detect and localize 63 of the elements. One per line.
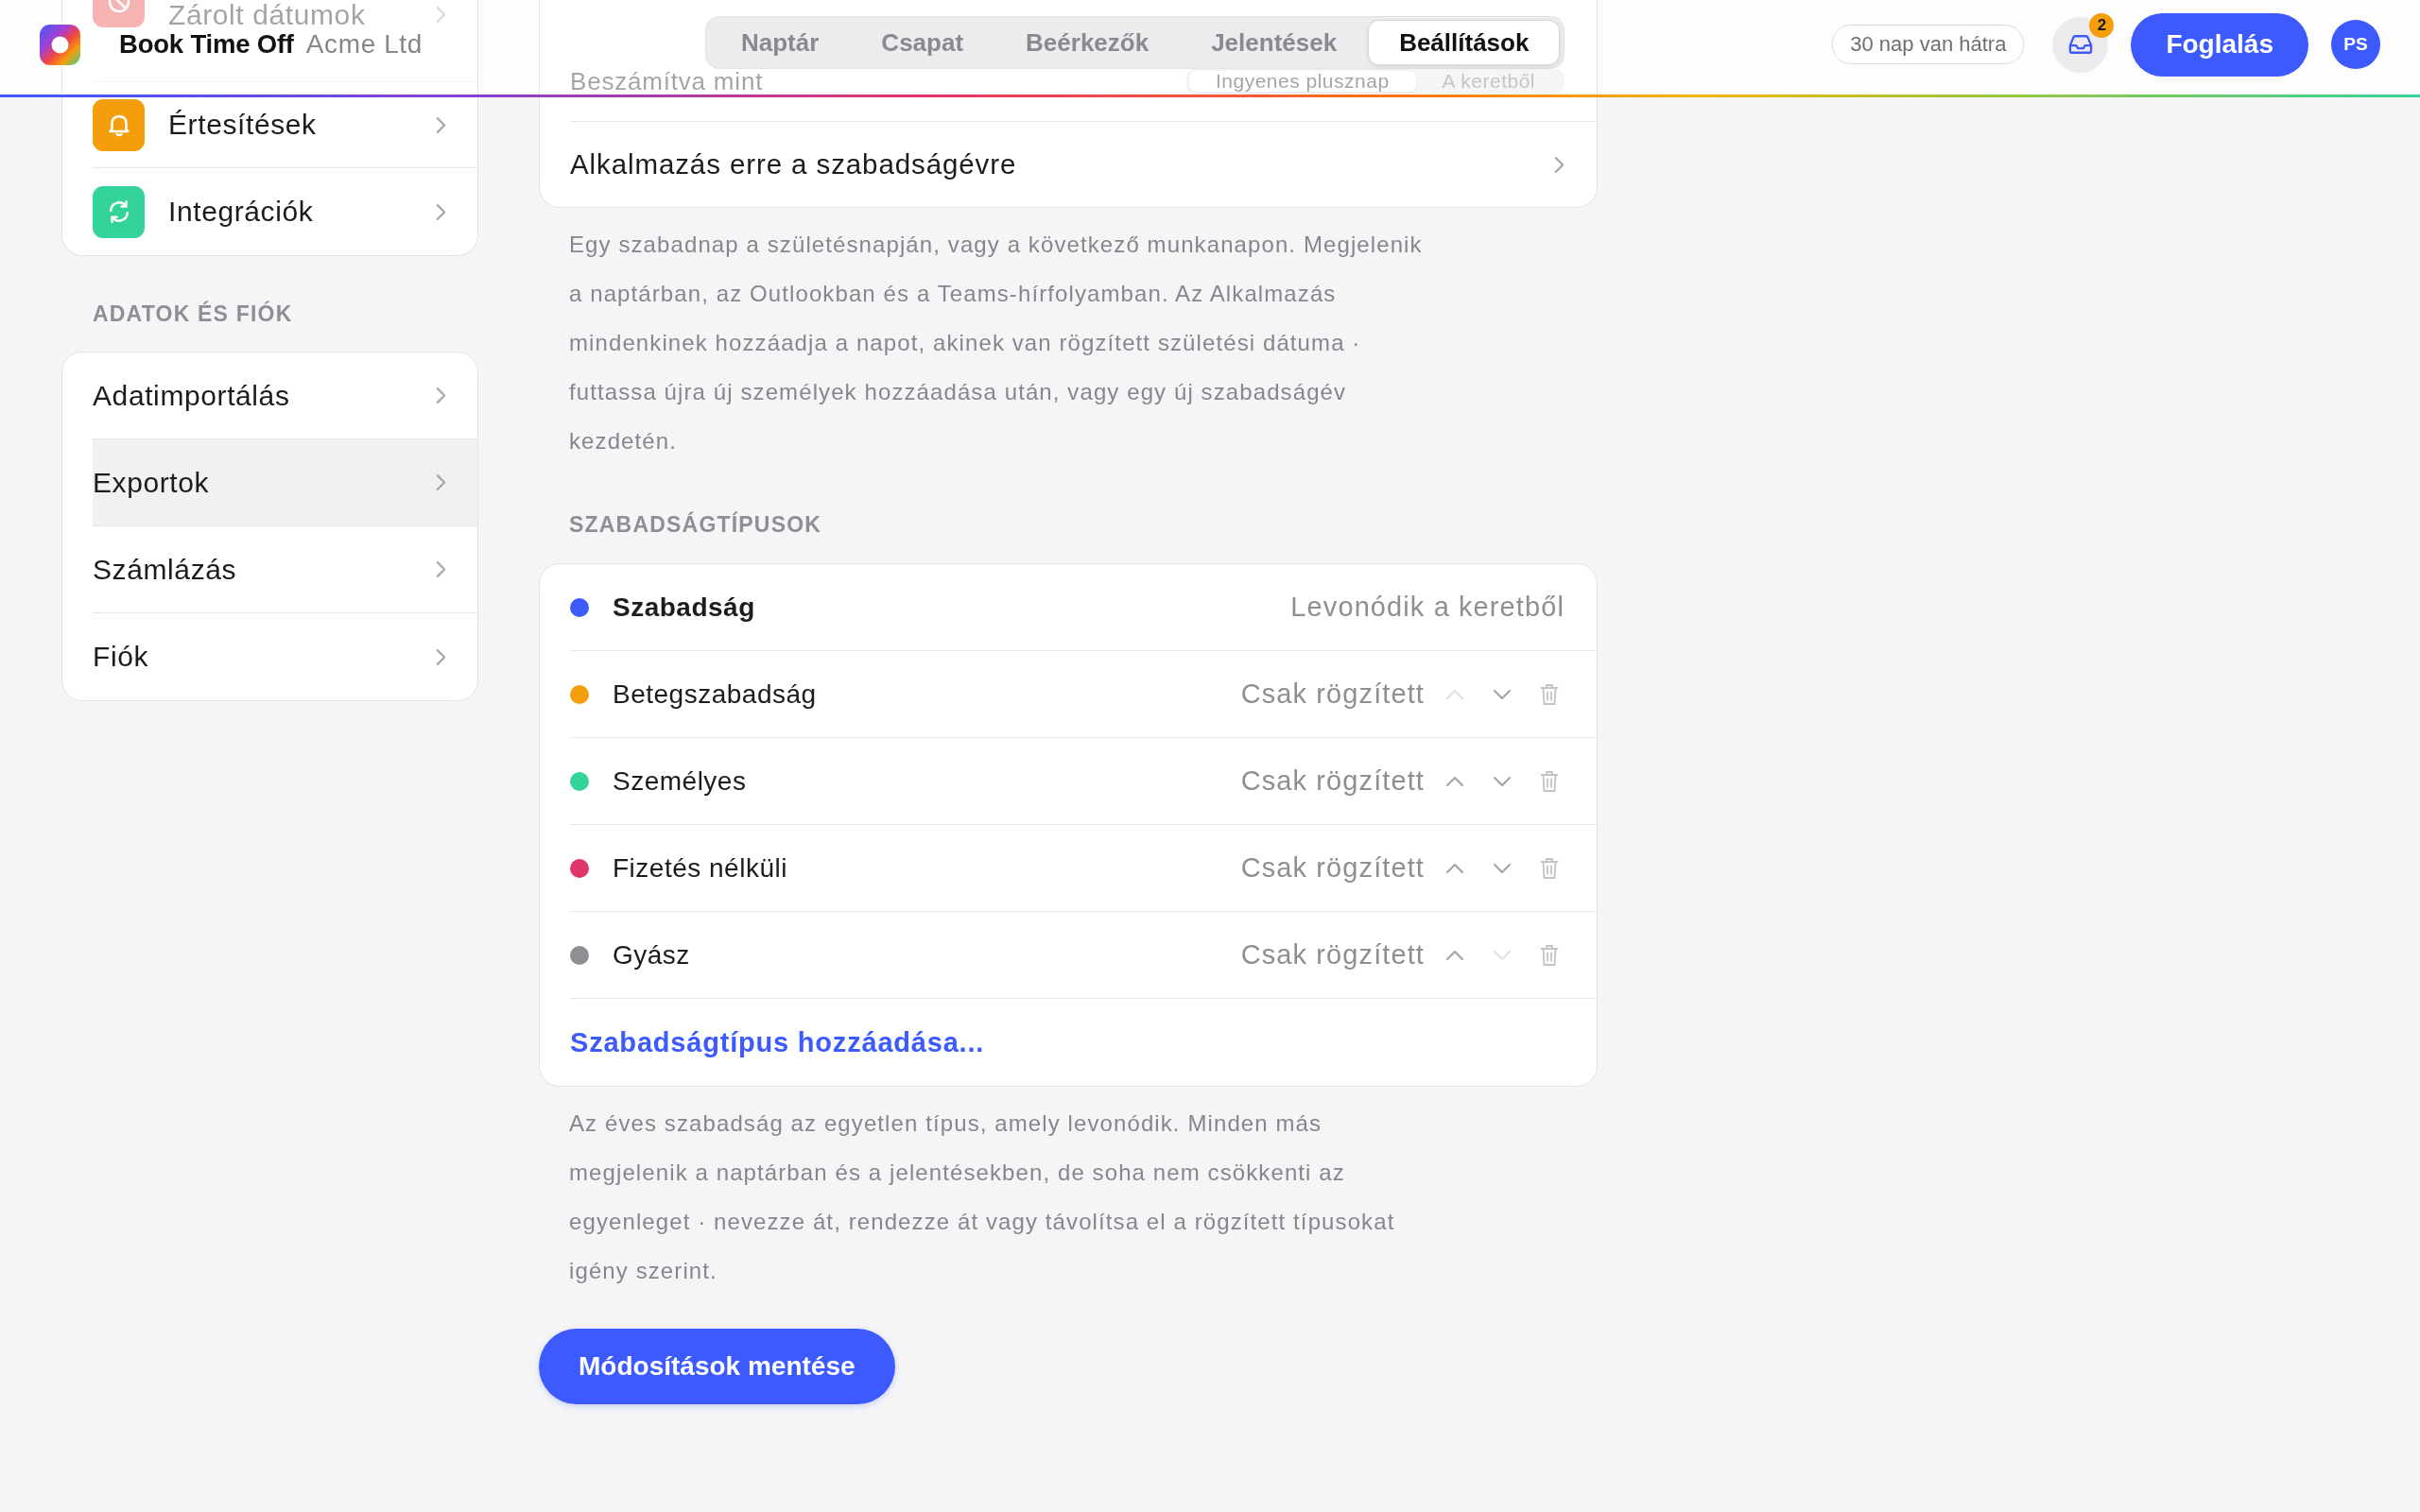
chevron-up-icon [1445,775,1464,787]
chevron-right-icon [436,387,446,404]
setting-label: Beszámítva mint [570,68,764,94]
note-text: Az éves szabadság az egyetlen típus, amely levonódik. Minden más megjelenik a naptárban és a jelentésekben, de soha nem csökkenti az egyenleget · nevezze át, rendezze át vagy távolítsa el a rögzített típusokat igény szerint. [569,1109,1396,1285]
delete-button[interactable] [1540,943,1559,967]
leave-type-status: Csak rögzített [1240,939,1425,971]
refresh-icon [93,185,145,238]
delete-button[interactable] [1540,769,1559,793]
sidebar-item[interactable]: Számlázás [93,526,477,613]
chevron-up-icon [1445,949,1464,961]
description-text: Egy szabadnap a születésnapján, vagy a következő munkanapon. Megjelenik a naptárban, az Outlookban és a Teams-hírfolyamban. Az Alkalmazás mindenkinek hozzáadja a napot, akinek van rögzített születési dátuma · futtassa újra új személyek hozzáadása után, vagy egy új szabadságév kezdetén. [569,231,1424,455]
settings-link[interactable]: Alkalmazás erre a szabadságévre [570,122,1597,207]
move-down-button[interactable] [1493,688,1512,700]
delete-button[interactable] [1540,682,1559,706]
section-heading: ADATOK ÉS FIÓK [93,301,294,327]
sidebar-item[interactable]: Integrációk [93,168,477,255]
chevron-right-icon [436,473,446,491]
organization-name: Acme Ltd [305,30,423,59]
nav-tab[interactable]: Naptár [710,20,851,65]
chevron-right-icon [436,647,446,666]
chevron-down-icon [1493,862,1512,874]
leave-type-status: Csak rögzített [1240,852,1425,884]
book-button[interactable]: Foglalás [2131,12,2308,77]
delete-button[interactable] [1540,856,1559,880]
trash-icon [1540,943,1559,967]
chevron-right-icon [436,560,446,578]
chevron-right-icon [436,6,446,24]
leave-type-name: Személyes [613,765,747,797]
move-up-button[interactable] [1445,862,1464,874]
chevron-right-icon [1554,155,1564,174]
chevron-down-icon [1493,949,1512,961]
leave-type-name: Szabadság [613,592,755,623]
sidebar-item[interactable]: Exportok [93,439,477,526]
leave-type-name: Betegszabadság [613,679,817,710]
nav-tab[interactable]: Beállítások [1368,20,1561,65]
chevron-up-icon [1445,862,1464,874]
leave-type-name: Fizetés nélküli [613,852,787,884]
chevron-right-icon [436,202,446,221]
move-up-button[interactable] [1445,949,1464,961]
add-leave-type-link[interactable]: Szabadságtípus hozzáadása... [570,1026,985,1058]
move-down-button[interactable] [1493,775,1512,787]
move-down-button[interactable] [1493,862,1512,874]
chevron-right-icon [436,115,446,134]
trash-icon [1540,856,1559,880]
leave-type-status: Csak rögzített [1240,679,1425,710]
leave-type-status: Csak rögzített [1240,765,1425,797]
nav-tab[interactable]: Csapat [850,20,995,65]
sidebar-item[interactable]: Fiók [93,613,477,700]
bell-icon [93,98,145,151]
trash-icon [1540,769,1559,793]
days-left-indicator: 30 nap van hátra [1832,25,2025,64]
trash-icon [1540,682,1559,706]
leave-type-status: Levonódik a keretből [1290,592,1564,623]
chevron-down-icon [1493,775,1512,787]
save-button[interactable]: Módosítások mentése [539,1329,895,1404]
chevron-down-icon [1493,688,1512,700]
app-name: Book Time Off [119,30,294,59]
nav-tab[interactable]: Jelentések [1180,20,1369,65]
chevron-up-icon [1445,688,1464,700]
nav-tab[interactable]: Beérkezők [994,20,1181,65]
section-heading: SZABADSÁGTÍPUSOK [569,511,823,538]
move-up-button[interactable] [1445,775,1464,787]
leave-type-name: Gyász [613,939,690,971]
